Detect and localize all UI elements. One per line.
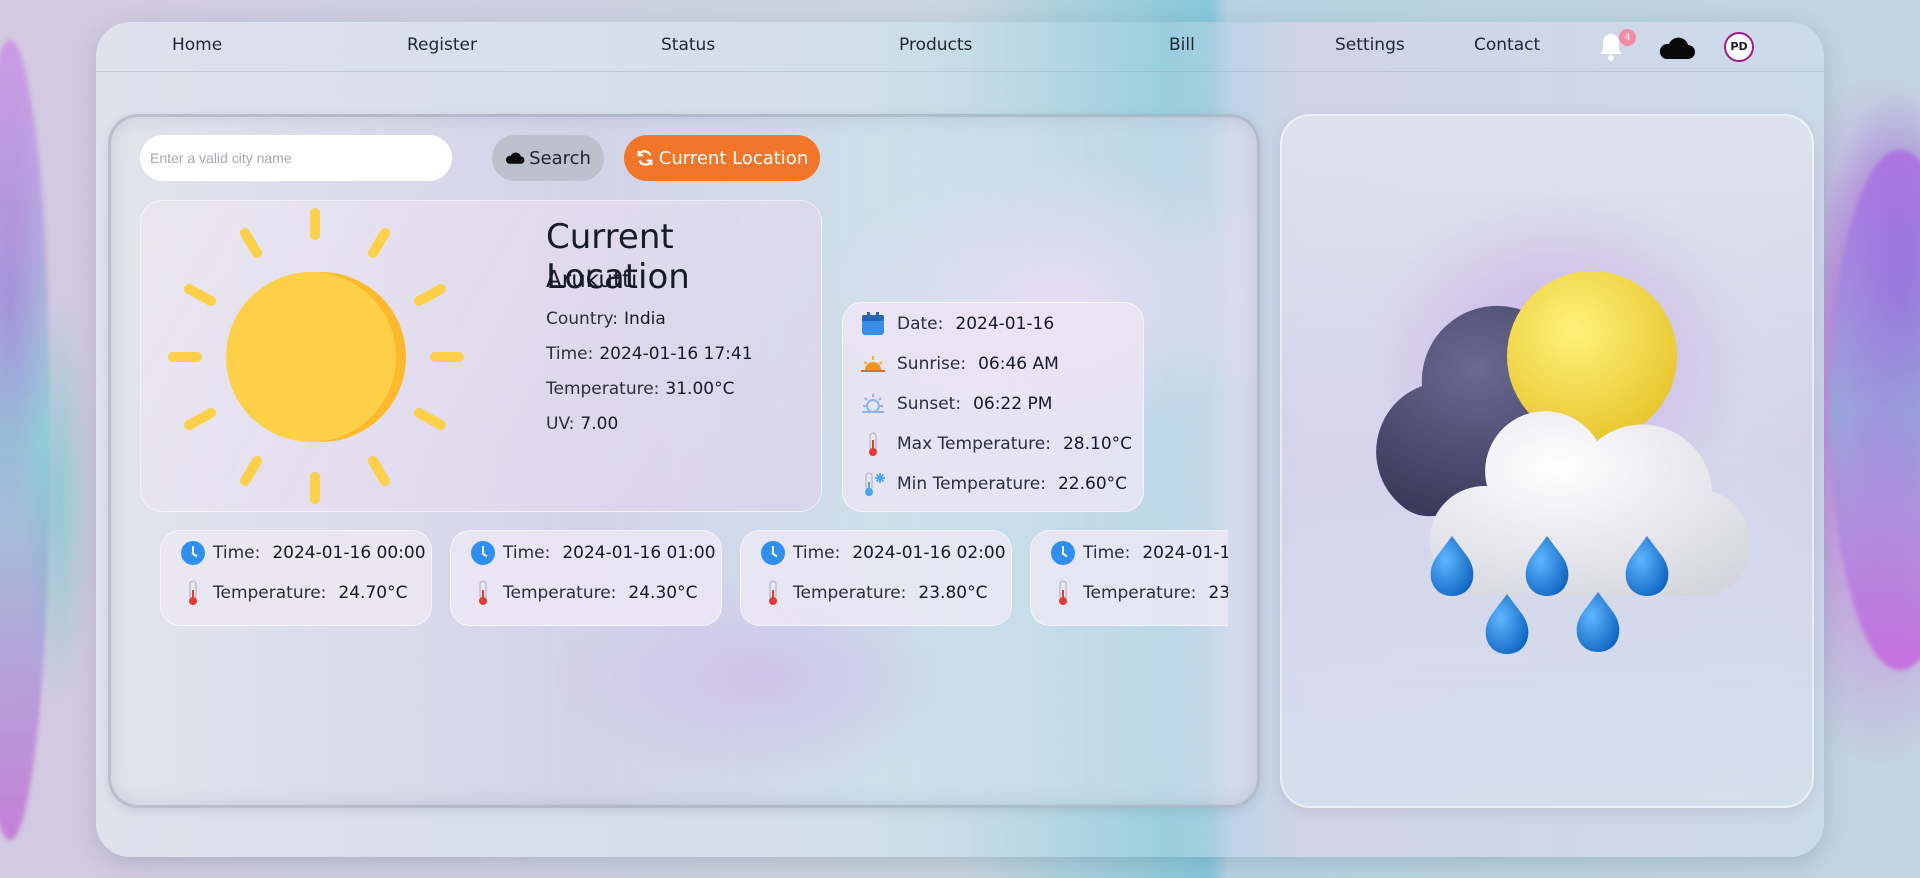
min-temperature-value: 22.60°C bbox=[1057, 474, 1128, 494]
time-value: 2024-01-16 17:41 bbox=[599, 344, 753, 364]
hourly-card: Time: 2024-01-16 01:00 Temperature: 24.30°… bbox=[450, 530, 722, 626]
clock-icon bbox=[1051, 541, 1075, 565]
hourly-time-row: Time: 2024-01-16 00:00 bbox=[181, 541, 426, 565]
uv-value: 7.00 bbox=[580, 414, 619, 434]
hourly-time-label: Time: bbox=[1083, 543, 1131, 563]
refresh-icon bbox=[637, 150, 653, 166]
sunrise-row: Sunrise: 06:46 AM bbox=[859, 349, 1059, 379]
day-details-card: Date: 2024-01-16 Sunrise: 06:46 AM Sunset:… bbox=[842, 302, 1144, 512]
hourly-time-row: Time: 2024-01-16 01:00 bbox=[471, 541, 716, 565]
current-location-button[interactable]: Current Location bbox=[624, 135, 820, 181]
hourly-card: Time: 2024-01-16 03:00 Temperature: 23.30°… bbox=[1030, 530, 1228, 626]
country-label: Country: bbox=[546, 309, 619, 329]
hourly-time-label: Time: bbox=[793, 543, 841, 563]
hourly-time-value: 2024-01-16 03:00 bbox=[1142, 543, 1228, 563]
hourly-time-row: Time: 2024-01-16 03:00 bbox=[1051, 541, 1228, 565]
hourly-temp-label: Temperature: bbox=[793, 583, 907, 603]
hourly-card: Time: 2024-01-16 00:00 Temperature: 24.70°… bbox=[160, 530, 432, 626]
hourly-time-label: Time: bbox=[213, 543, 261, 563]
date-value: 2024-01-16 bbox=[955, 314, 1055, 334]
thermometer-icon bbox=[1059, 580, 1067, 605]
current-location-label: Current Location bbox=[658, 147, 809, 169]
calendar-icon bbox=[862, 312, 884, 335]
hourly-temp-value: 23.80°C bbox=[918, 583, 988, 603]
hourly-temp-label: Temperature: bbox=[213, 583, 327, 603]
hourly-temp-value: 24.70°C bbox=[338, 583, 408, 603]
thermometer-cold-icon bbox=[865, 472, 885, 496]
sunset-value: 06:22 PM bbox=[973, 394, 1053, 414]
sunrise-value: 06:46 AM bbox=[978, 354, 1059, 374]
date-label: Date: bbox=[897, 314, 944, 334]
hourly-temp-row: Temperature: 24.70°C bbox=[181, 579, 407, 607]
hourly-time-value: 2024-01-16 01:00 bbox=[562, 543, 716, 563]
cloud-icon bbox=[506, 152, 525, 164]
sunrise-label: Sunrise: bbox=[897, 354, 967, 374]
sun-icon bbox=[168, 208, 464, 504]
city-search-input[interactable] bbox=[140, 135, 452, 181]
uv-label: UV: bbox=[546, 414, 575, 434]
country-value: India bbox=[624, 309, 666, 329]
forecast-illustration-panel bbox=[1280, 114, 1814, 808]
clock-icon bbox=[761, 541, 785, 565]
hourly-temp-row: Temperature: 23.30°C bbox=[1051, 579, 1228, 607]
country-row: Country: India bbox=[546, 309, 666, 329]
hourly-forecast-strip[interactable]: Time: 2024-01-16 00:00 Temperature: 24.70°… bbox=[156, 530, 1228, 630]
clock-icon bbox=[471, 541, 495, 565]
search-button[interactable]: Search bbox=[492, 135, 604, 181]
thermometer-icon bbox=[189, 580, 197, 605]
search-button-label: Search bbox=[529, 147, 591, 169]
uv-row: UV: 7.00 bbox=[546, 414, 618, 434]
sunset-row: Sunset: 06:22 PM bbox=[859, 389, 1052, 419]
time-label: Time: bbox=[546, 344, 594, 364]
hourly-card: Time: 2024-01-16 02:00 Temperature: 23.80°… bbox=[740, 530, 1012, 626]
temperature-row: Temperature: 31.00°C bbox=[546, 379, 734, 399]
hourly-temp-value: 24.30°C bbox=[628, 583, 698, 603]
temperature-value: 31.00°C bbox=[665, 379, 735, 399]
clock-icon bbox=[181, 541, 205, 565]
current-weather-card: Current Location Arukutti Country: India … bbox=[140, 200, 822, 512]
sunset-icon bbox=[862, 394, 884, 413]
sunset-label: Sunset: bbox=[897, 394, 962, 414]
hourly-time-label: Time: bbox=[503, 543, 551, 563]
date-row: Date: 2024-01-16 bbox=[859, 309, 1054, 339]
max-temperature-row: Max Temperature: 28.10°C bbox=[859, 429, 1132, 459]
hourly-temp-row: Temperature: 23.80°C bbox=[761, 579, 987, 607]
cloud-sun-rain-icon bbox=[1376, 271, 1751, 654]
min-temperature-label: Min Temperature: bbox=[897, 474, 1046, 494]
city-name: Arukutti bbox=[546, 267, 638, 293]
hourly-temp-label: Temperature: bbox=[503, 583, 617, 603]
hourly-time-row: Time: 2024-01-16 02:00 bbox=[761, 541, 1006, 565]
thermometer-icon bbox=[479, 580, 487, 605]
hourly-time-value: 2024-01-16 02:00 bbox=[852, 543, 1006, 563]
temperature-label: Temperature: bbox=[546, 379, 660, 399]
sunrise-icon bbox=[861, 356, 885, 372]
max-temperature-label: Max Temperature: bbox=[897, 434, 1051, 454]
hourly-time-value: 2024-01-16 00:00 bbox=[272, 543, 426, 563]
time-row: Time: 2024-01-16 17:41 bbox=[546, 344, 753, 364]
hourly-temp-row: Temperature: 24.30°C bbox=[471, 579, 697, 607]
thermometer-icon bbox=[769, 580, 777, 605]
thermometer-hot-icon bbox=[869, 432, 877, 456]
max-temperature-value: 28.10°C bbox=[1062, 434, 1133, 454]
min-temperature-row: Min Temperature: 22.60°C bbox=[859, 469, 1127, 499]
hourly-temp-label: Temperature: bbox=[1083, 583, 1197, 603]
hourly-temp-value: 23.30°C bbox=[1208, 583, 1228, 603]
